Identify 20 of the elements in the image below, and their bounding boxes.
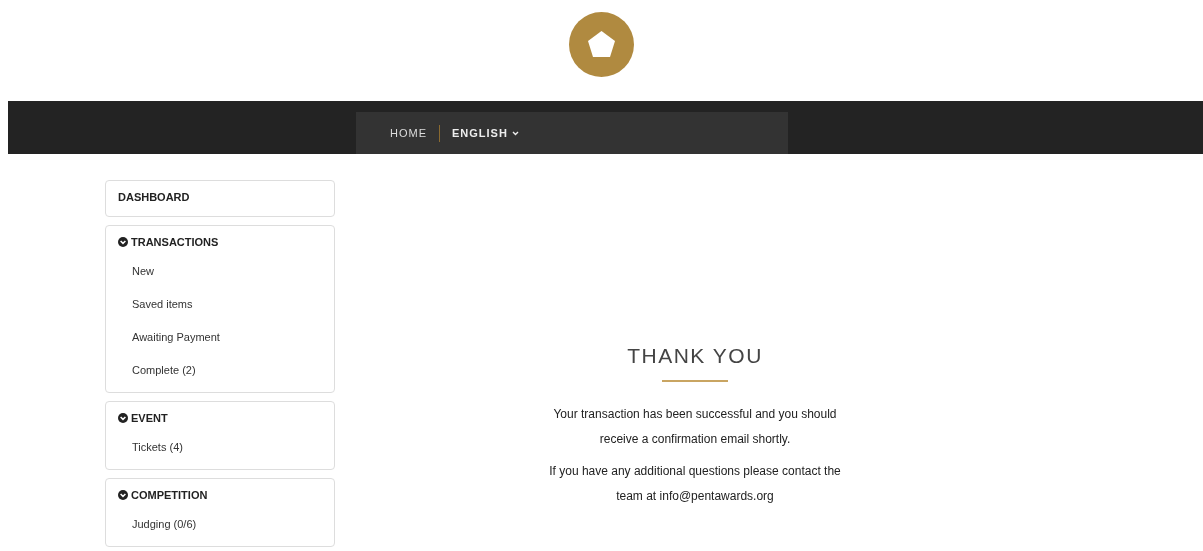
pentagon-logo-icon bbox=[569, 12, 634, 77]
sidebar-item[interactable]: Complete (2) bbox=[106, 355, 334, 388]
message-text: If you have any additional questions please contact the team at info@pentawards.org bbox=[548, 463, 842, 505]
section-header[interactable]: TRANSACTIONS bbox=[106, 226, 334, 256]
message-title: THANK YOU bbox=[627, 344, 763, 368]
sidebar-item[interactable]: Tickets (4) bbox=[106, 432, 334, 465]
chevron-circle-icon bbox=[118, 237, 128, 247]
section-header[interactable]: EVENT bbox=[106, 402, 334, 432]
sidebar-item[interactable]: New bbox=[106, 256, 334, 289]
message-text: Your transaction has been successful and you should receive a confirmation email shortly. bbox=[552, 406, 838, 448]
section-header[interactable]: COMPETITION bbox=[106, 479, 334, 509]
chevron-circle-icon bbox=[118, 413, 128, 423]
sidebar-item[interactable]: Judging (0/6) bbox=[106, 509, 334, 542]
sidebar-item[interactable]: Saved items bbox=[106, 289, 334, 322]
sidebar-item[interactable]: Awaiting Payment bbox=[106, 322, 334, 355]
language-dropdown[interactable]: ENGLISH bbox=[440, 127, 531, 139]
sidebar-link[interactable]: DASHBOARD bbox=[106, 181, 334, 212]
nav-link[interactable]: HOME bbox=[378, 127, 439, 139]
caret-icon bbox=[511, 130, 519, 136]
chevron-circle-icon bbox=[118, 490, 128, 500]
